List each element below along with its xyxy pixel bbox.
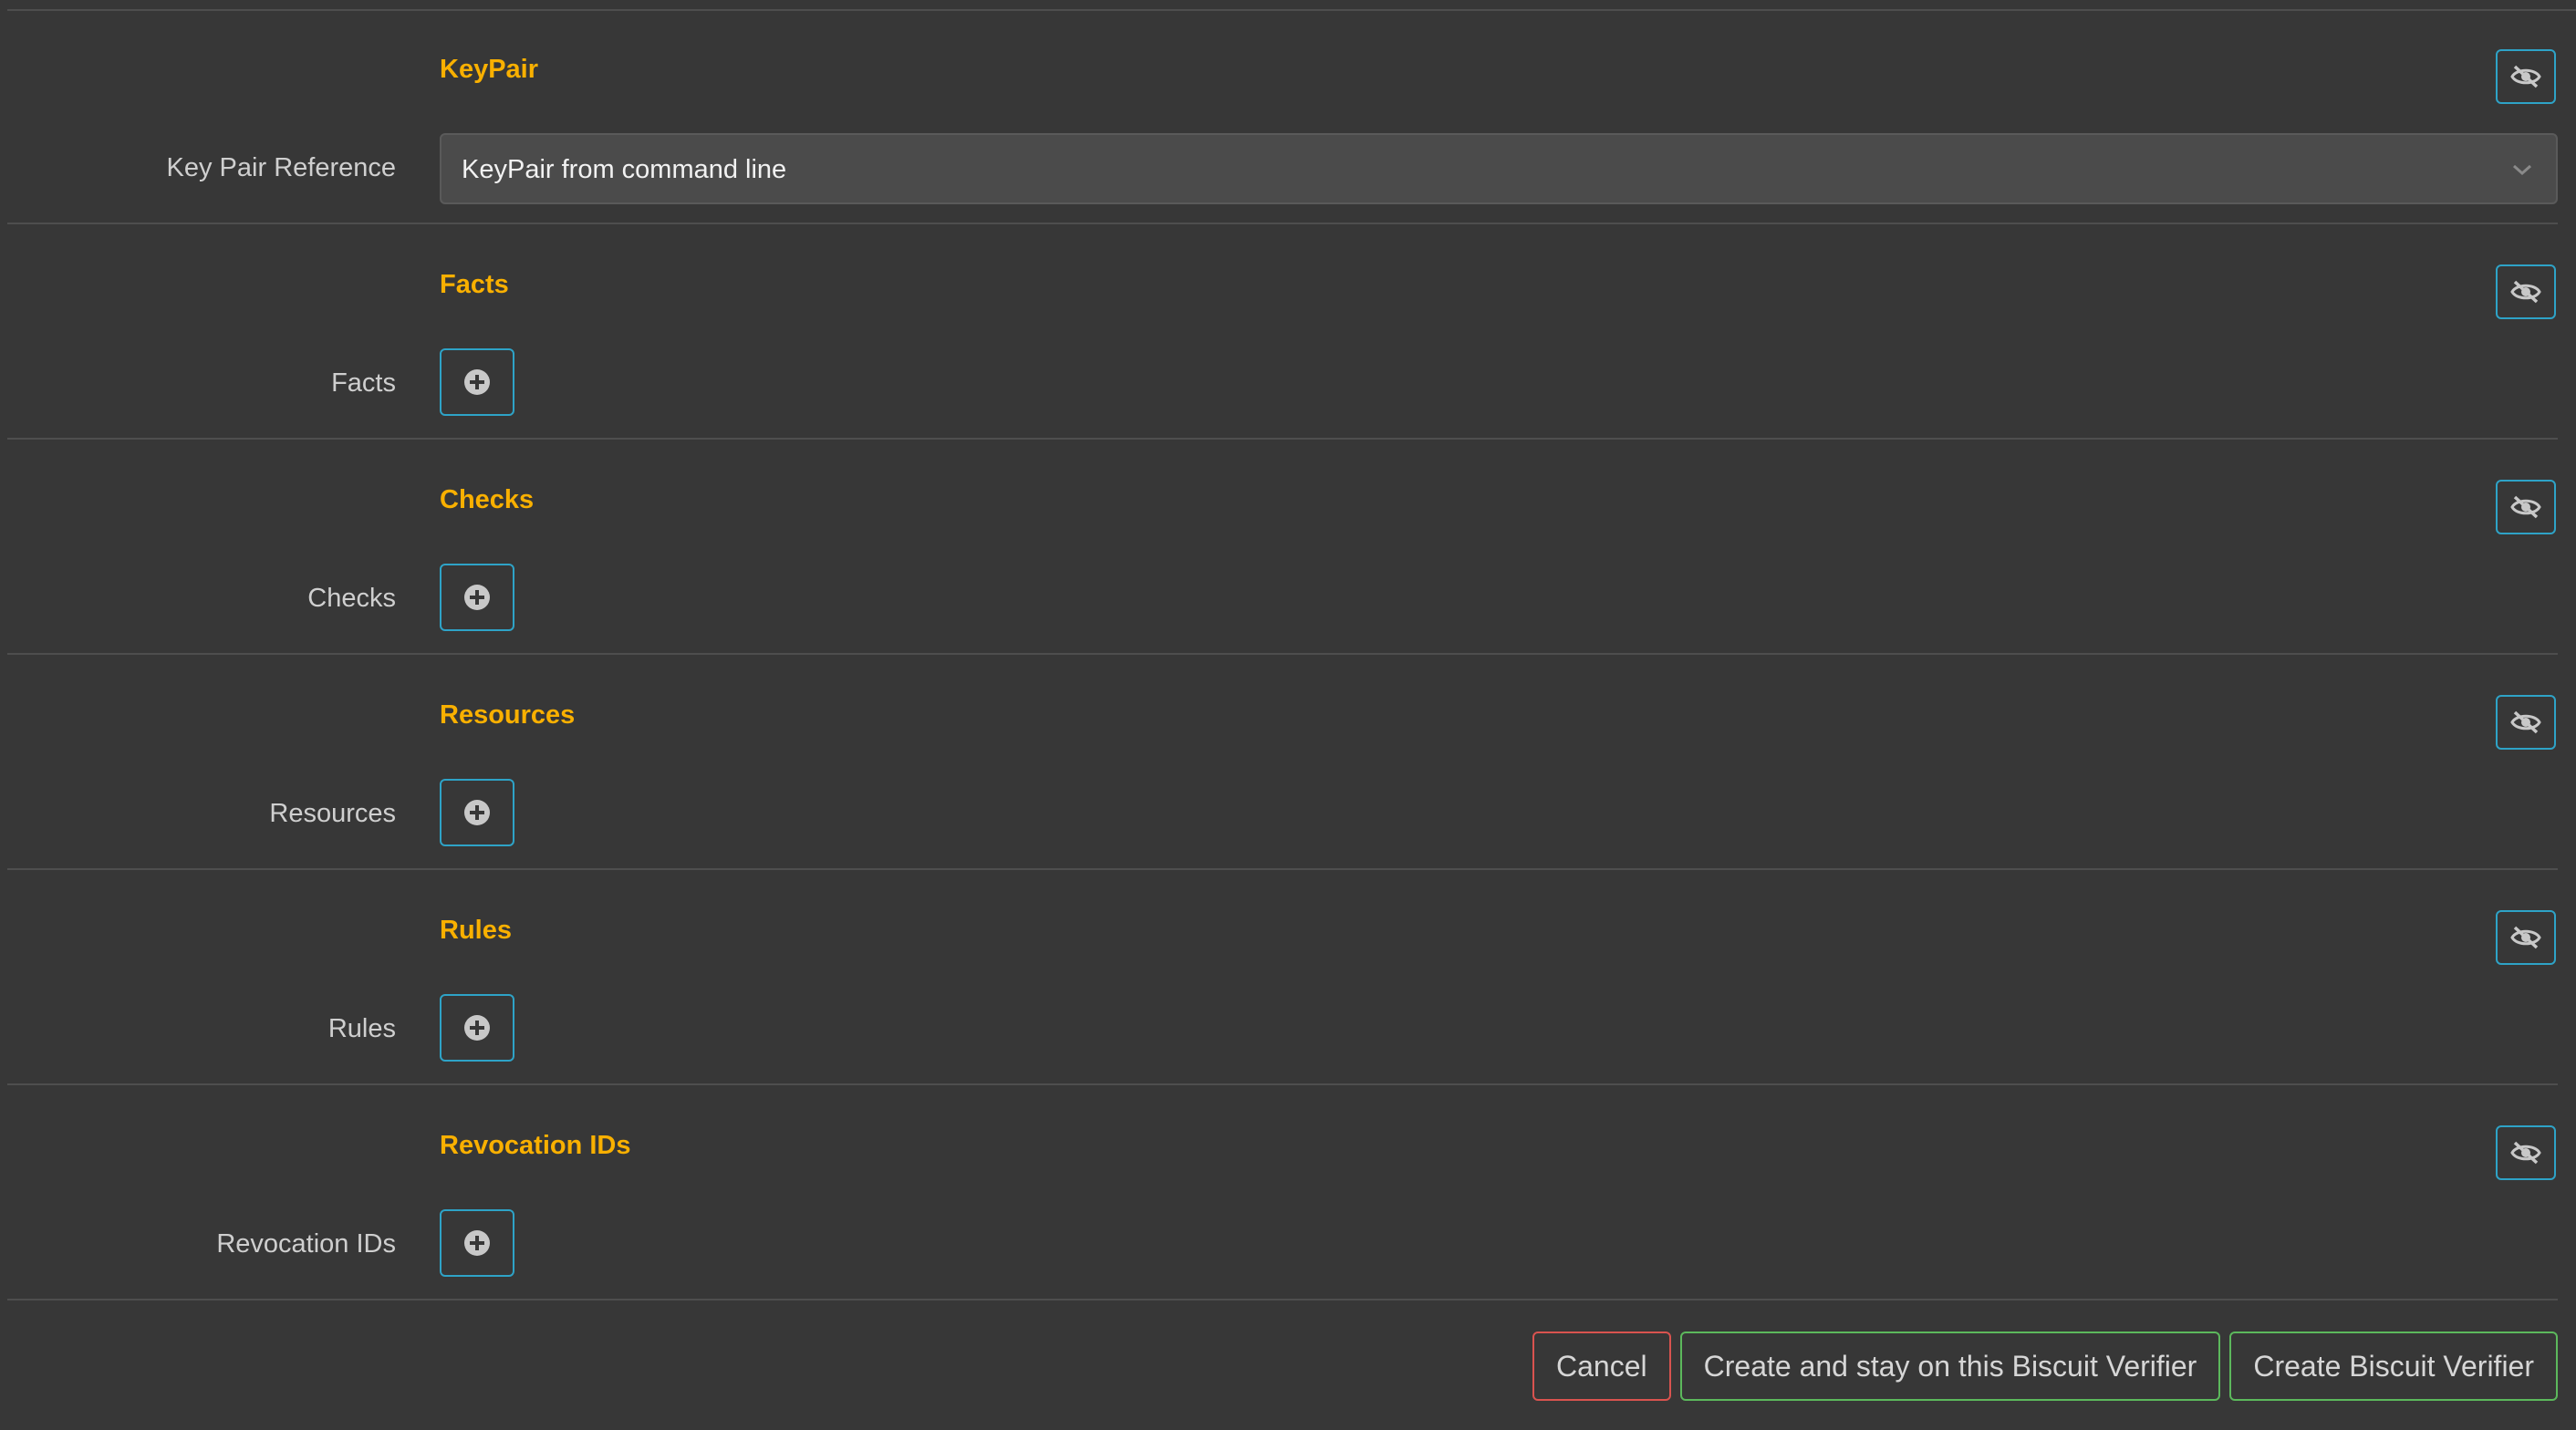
hide-section-button-facts[interactable] [2496, 264, 2556, 319]
plus-circle-icon [464, 1015, 490, 1041]
add-rule-button[interactable] [440, 994, 514, 1062]
hide-section-button-keypair[interactable] [2496, 49, 2556, 104]
section-title-rules: Rules [440, 916, 512, 945]
keypair-reference-select[interactable]: KeyPair from command line [440, 133, 2558, 204]
eye-slash-icon [2510, 1141, 2541, 1165]
hide-section-button-rules[interactable] [2496, 910, 2556, 965]
section-resources: Resources Resources [0, 655, 2576, 870]
form-actions: Cancel Create and stay on this Biscuit V… [1532, 1332, 2558, 1401]
section-title-revocation-ids: Revocation IDs [440, 1131, 631, 1160]
section-facts: Facts Facts [0, 224, 2576, 440]
eye-slash-icon [2510, 495, 2541, 519]
add-check-button[interactable] [440, 564, 514, 631]
section-checks: Checks Checks [0, 440, 2576, 655]
eye-slash-icon [2510, 926, 2541, 949]
add-revocation-id-button[interactable] [440, 1209, 514, 1277]
field-label-facts: Facts [331, 368, 396, 398]
field-label-keypair: Key Pair Reference [166, 153, 396, 182]
plus-circle-icon [464, 369, 490, 395]
add-fact-button[interactable] [440, 348, 514, 416]
section-rules: Rules Rules [0, 870, 2576, 1085]
keypair-reference-value: KeyPair from command line [462, 155, 787, 184]
field-label-checks: Checks [307, 584, 396, 613]
section-keypair: KeyPair Key Pair Reference KeyPair from … [0, 9, 2576, 224]
field-label-resources: Resources [269, 799, 396, 828]
create-biscuit-verifier-button[interactable]: Create Biscuit Verifier [2229, 1332, 2558, 1401]
eye-slash-icon [2510, 65, 2541, 88]
field-label-rules: Rules [327, 1014, 396, 1043]
section-title-facts: Facts [440, 270, 509, 299]
section-title-checks: Checks [440, 485, 535, 514]
cancel-button[interactable]: Cancel [1532, 1332, 1671, 1401]
plus-circle-icon [464, 1230, 490, 1256]
hide-section-button-checks[interactable] [2496, 480, 2556, 534]
eye-slash-icon [2510, 710, 2541, 734]
add-resource-button[interactable] [440, 779, 514, 846]
section-title-keypair: KeyPair [440, 55, 539, 84]
section-divider [7, 1299, 2558, 1300]
biscuit-verifier-form: KeyPair Key Pair Reference KeyPair from … [0, 0, 2576, 1430]
hide-section-button-resources[interactable] [2496, 695, 2556, 750]
hide-section-button-revocation-ids[interactable] [2496, 1125, 2556, 1180]
field-label-revocation-ids: Revocation IDs [216, 1229, 396, 1259]
section-title-resources: Resources [440, 700, 576, 730]
eye-slash-icon [2510, 280, 2541, 304]
plus-circle-icon [464, 800, 490, 825]
chevron-down-icon [2513, 164, 2531, 176]
plus-circle-icon [464, 585, 490, 610]
create-and-stay-button[interactable]: Create and stay on this Biscuit Verifier [1679, 1332, 2221, 1401]
section-revocation-ids: Revocation IDs Revocation IDs [0, 1085, 2576, 1300]
